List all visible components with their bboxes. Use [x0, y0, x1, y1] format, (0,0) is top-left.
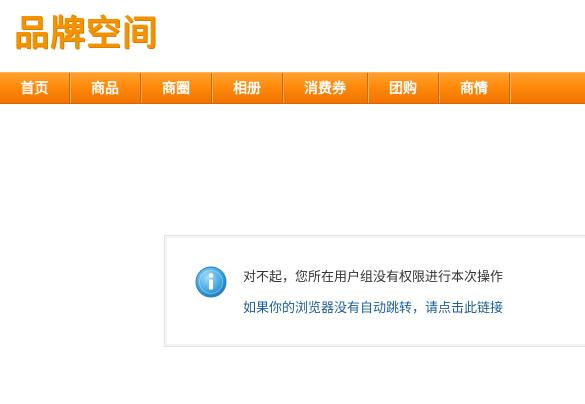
nav-item-home[interactable]: 首页 [0, 73, 70, 103]
site-header: 品牌空间 [0, 0, 585, 72]
main-navigation: 首页 商品 商圈 相册 消费券 团购 商情 [0, 72, 585, 104]
nav-list: 首页 商品 商圈 相册 消费券 团购 商情 [0, 73, 585, 103]
nav-item-group-buy[interactable]: 团购 [368, 73, 439, 103]
nav-item-album[interactable]: 相册 [212, 73, 283, 103]
nav-item-business-district[interactable]: 商圈 [141, 73, 212, 103]
nav-item-business-info[interactable]: 商情 [439, 73, 510, 103]
nav-item-products[interactable]: 商品 [70, 73, 141, 103]
nav-item-coupons[interactable]: 消费券 [283, 73, 368, 103]
site-logo[interactable]: 品牌空间 [14, 14, 158, 54]
info-icon [195, 266, 227, 298]
redirect-link[interactable]: 如果你的浏览器没有自动跳转，请点击此链接 [243, 297, 503, 316]
permission-denied-text: 对不起，您所在用户组没有权限进行本次操作 [243, 270, 504, 285]
permission-message-box: 对不起，您所在用户组没有权限进行本次操作 如果你的浏览器没有自动跳转，请点击此链… [164, 235, 585, 347]
